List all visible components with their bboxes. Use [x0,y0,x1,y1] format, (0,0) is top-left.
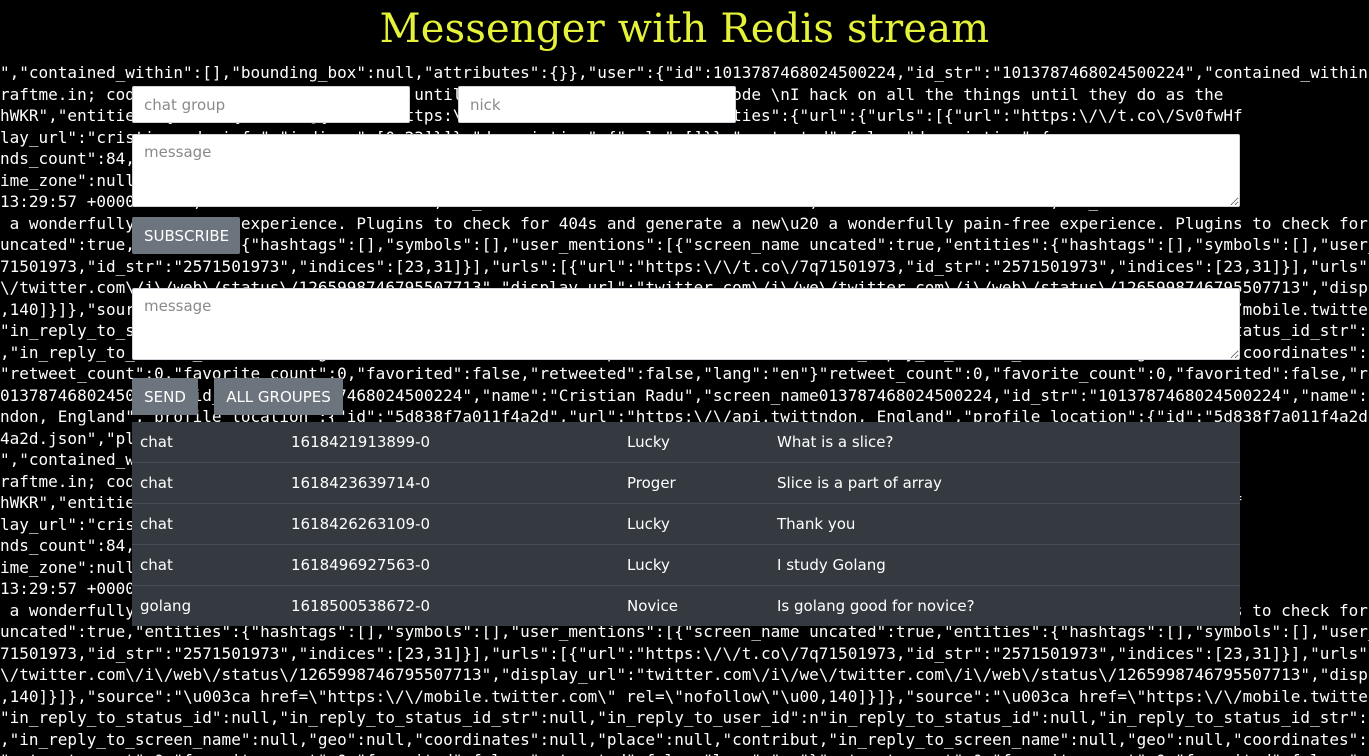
table-row: chat 1618423639714-0 Proger Slice is a p… [132,462,1240,504]
message-id: 1618421913899-0 [291,433,431,451]
message-group: chat [132,544,283,586]
header: Messenger with Redis stream [0,0,1369,62]
subscribe-message-textarea[interactable] [132,134,1240,207]
background-text-line: "retweet_count":0,"favorite_count":0,"fa… [0,364,1369,383]
table-row: chat 1618426263109-0 Lucky Thank you [132,503,1240,545]
background-text-line: ,140]}]},"source":"\u003ca href=\"https:… [0,686,1369,706]
message-nick: Lucky [619,503,769,545]
background-text-line: 71501973,"id_str":"2571501973","indices"… [0,643,1369,663]
send-button[interactable]: SEND [132,378,198,415]
send-message-textarea[interactable] [132,288,1240,360]
message-id: 1618426263109-0 [283,503,619,545]
message-group: chat [140,433,173,451]
message-nick: Lucky [627,433,670,451]
table-row: chat 1618496927563-0 Lucky I study Golan… [132,544,1240,586]
message-group: chat [132,462,283,504]
page-title: Messenger with Redis stream [379,6,990,52]
subscribe-button[interactable]: SUBSCRIBE [132,217,240,254]
table-row: golang 1618500538672-0 Novice Is golang … [132,585,1240,626]
table-row: chat 1618421913899-0 Lucky What is a sli… [132,422,1240,463]
messages-table: chat 1618421913899-0 Lucky What is a sli… [132,422,1240,626]
message-text: What is a slice? [777,433,894,451]
message-id: 1618423639714-0 [283,462,619,504]
message-text: I study Golang [769,544,1240,586]
message-nick: Lucky [619,544,769,586]
nick-input[interactable] [458,86,736,123]
message-id: 1618500538672-0 [283,585,619,626]
message-text: Is golang good for novice? [769,585,1240,626]
message-id: 1618496927563-0 [283,544,619,586]
background-text-line: "retweet_count":0,"favorite_count":0,"fa… [0,750,1369,756]
background-text-line: 013787468024500224,"id_str":"10137874680… [0,385,1369,405]
all-groups-button[interactable]: ALL GROUPES [214,378,343,415]
background-text-line: "in_reply_to_status_id":null,"in_reply_t… [0,708,1369,727]
background-text-line: ","contained_within":[],"bounding_box":n… [0,63,1369,82]
background-text-line: 71501973,"id_str":"2571501973","indices"… [0,256,1369,276]
message-group: golang [132,585,283,626]
message-group: chat [132,503,283,545]
message-text: Slice is a part of array [769,462,1240,504]
background-text-line: \/twitter.com\/i\/web\/status\/126599874… [0,665,1369,684]
message-text: Thank you [769,503,1240,545]
message-nick: Novice [619,585,769,626]
message-nick: Proger [619,462,769,504]
chat-group-input[interactable] [132,86,410,123]
background-text-line: ,"in_reply_to_screen_name":null,"geo":nu… [0,729,1369,749]
